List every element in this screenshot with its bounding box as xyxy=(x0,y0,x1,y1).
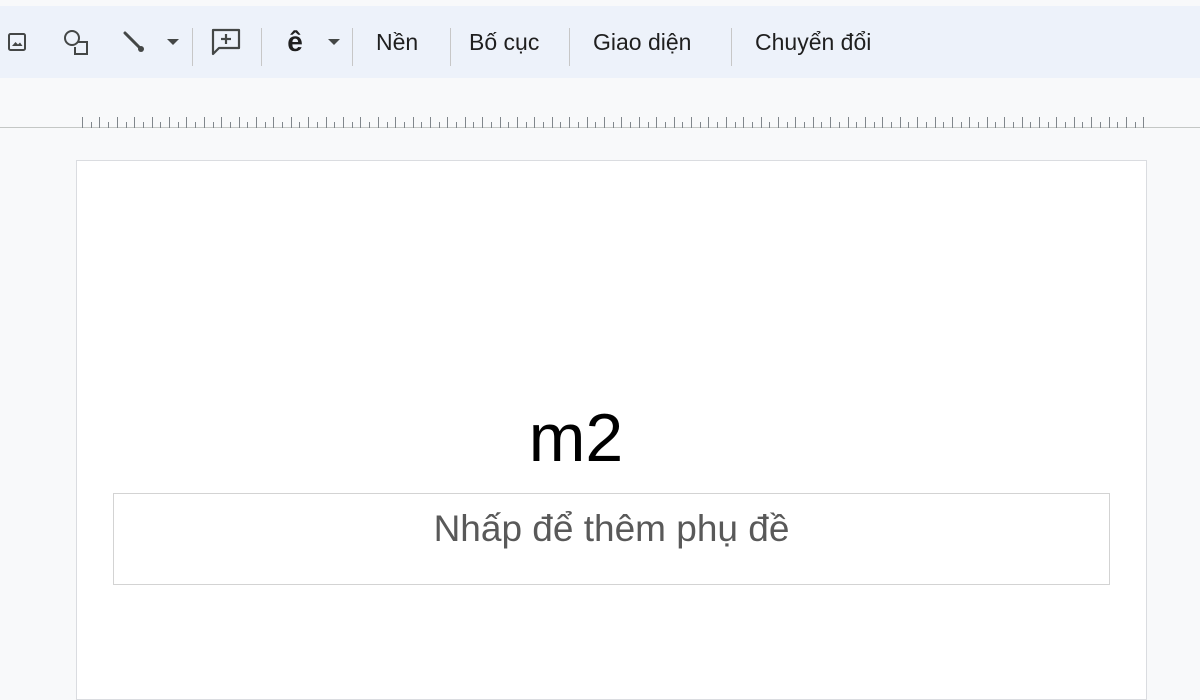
toolbar-divider xyxy=(352,28,353,66)
transition-button[interactable]: Chuyển đổi xyxy=(749,6,877,78)
chevron-down-icon[interactable] xyxy=(162,6,184,78)
shapes-icon[interactable] xyxy=(58,6,94,78)
comment-icon[interactable] xyxy=(208,6,244,78)
theme-label: Giao diện xyxy=(593,28,692,55)
layout-label: Bố cục xyxy=(469,28,540,55)
slide-title[interactable]: m2 xyxy=(0,398,1152,478)
toolbar-divider xyxy=(261,28,262,66)
toolbar-divider xyxy=(450,28,451,66)
chevron-down-icon[interactable] xyxy=(323,6,345,78)
image-icon[interactable] xyxy=(2,6,32,78)
transition-label: Chuyển đổi xyxy=(755,28,872,55)
text-style-glyph: ê xyxy=(287,26,303,57)
theme-button[interactable]: Giao diện xyxy=(587,6,697,78)
layout-button[interactable]: Bố cục xyxy=(463,6,545,78)
text-style-icon[interactable]: ê xyxy=(280,6,310,78)
toolbar-divider xyxy=(569,28,570,66)
subtitle-placeholder-box[interactable]: Nhấp để thêm phụ đề xyxy=(113,493,1110,585)
toolbar-divider xyxy=(731,28,732,66)
subtitle-placeholder-text: Nhấp để thêm phụ đề xyxy=(433,508,790,549)
toolbar-divider xyxy=(192,28,193,66)
background-label: Nền xyxy=(376,28,419,55)
toolbar: ê Nền Bố cục Giao diện Chuyển đổi xyxy=(0,6,1200,78)
horizontal-ruler[interactable] xyxy=(82,112,1147,128)
line-icon[interactable] xyxy=(118,6,150,78)
background-button[interactable]: Nền xyxy=(370,6,424,78)
